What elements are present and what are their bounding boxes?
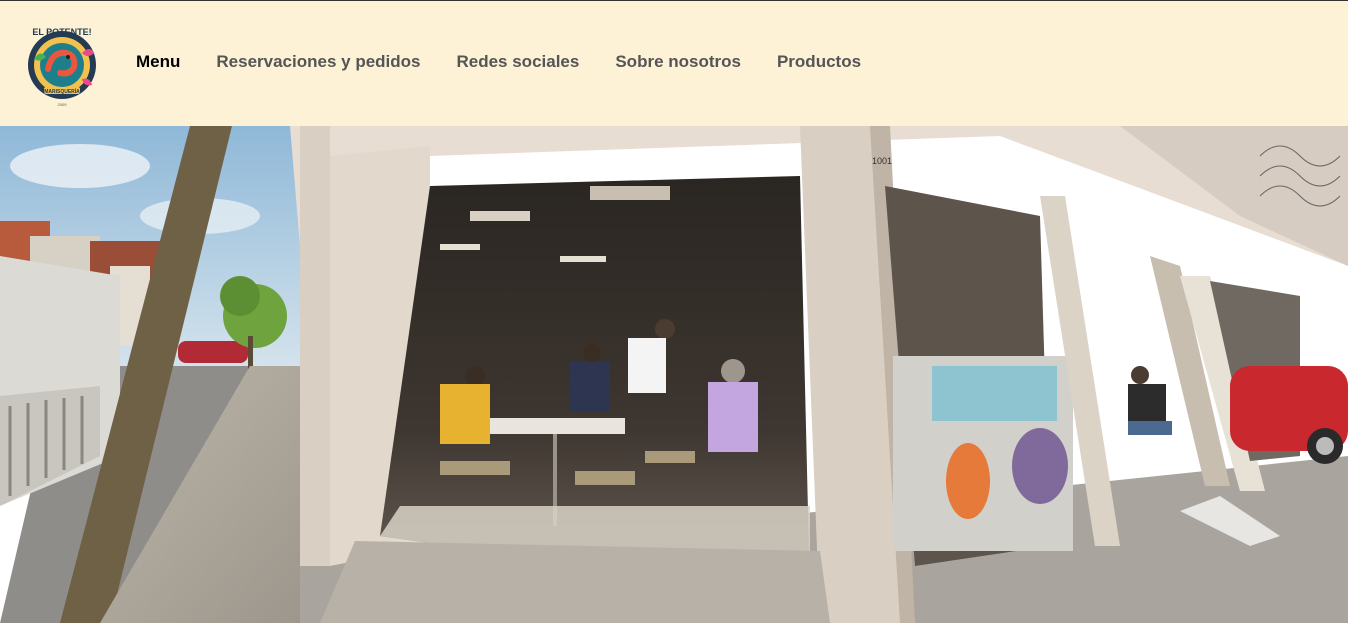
nav-item-menu[interactable]: Menu — [136, 51, 180, 73]
restaurant-logo[interactable]: MARISQUERÍA EL POTENTE! 2009 — [22, 23, 102, 109]
nav-item-reservaciones[interactable]: Reservaciones y pedidos — [216, 51, 420, 73]
logo-year-text: 2009 — [58, 102, 68, 107]
site-header: MARISQUERÍA EL POTENTE! 2009 Menu Reserv… — [0, 1, 1348, 126]
nav-item-sobre-nosotros[interactable]: Sobre nosotros — [615, 51, 741, 73]
logo-title-text: EL POTENTE! — [32, 27, 91, 37]
building-number: 1001 — [872, 156, 892, 166]
nav-item-productos[interactable]: Productos — [777, 51, 861, 73]
logo-ribbon-text: MARISQUERÍA — [44, 87, 80, 95]
restaurant-storefront-image: 1001 — [0, 126, 1348, 623]
main-nav: Menu Reservaciones y pedidos Redes socia… — [136, 51, 861, 73]
hero-photo: 1001 — [0, 126, 1348, 623]
nav-item-redes-sociales[interactable]: Redes sociales — [456, 51, 579, 73]
